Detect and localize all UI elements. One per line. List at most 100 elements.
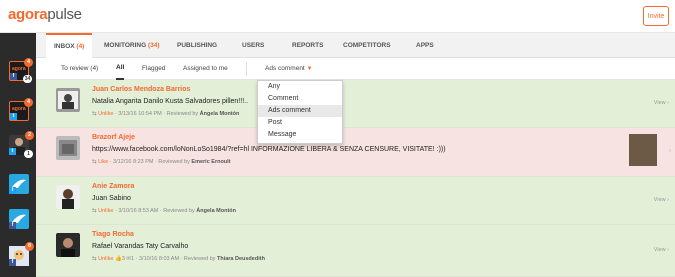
filter-divider (246, 62, 247, 76)
twitter-icon: t (9, 187, 16, 194)
message-row[interactable]: Tiago Rocha Rafael Varandas Taty Carvalh… (36, 225, 675, 277)
message-text: Natalia Angarita Danilo Kusta Salvadores… (92, 98, 249, 105)
reply-icon[interactable]: ⇆ (92, 111, 97, 117)
tab-users[interactable]: USERS (242, 33, 264, 58)
view-button[interactable]: View › (654, 100, 669, 106)
meta-text: · 3/12/16 8:23 PM · Reviewed by (109, 159, 190, 165)
view-button[interactable]: › (669, 148, 671, 154)
reviewer-name: Thiara Deusdedith (216, 256, 265, 262)
account-logo: agora (12, 66, 26, 72)
type-filter-dropdown[interactable]: Ads comment ▼ (265, 58, 313, 80)
message-meta: ⇆ Like · 3/12/16 8:23 PM · Reviewed by E… (92, 159, 231, 165)
filter-label: To review (61, 65, 89, 72)
filter-count: (4) (90, 65, 99, 72)
caret-down-icon: ▼ (306, 66, 313, 72)
tab-inbox[interactable]: INBOX (4) (46, 33, 93, 58)
tab-count: (34) (147, 42, 160, 49)
unread-badge: 2 (25, 131, 34, 140)
count-badge: 1 (24, 150, 33, 158)
reviewer-name: Emeric Ernoult (191, 159, 231, 165)
message-text: Juan Sabino (92, 195, 131, 202)
dropdown-value: Ads comment (265, 65, 305, 72)
unlike-button[interactable]: Unlike (98, 111, 113, 117)
invite-button[interactable]: Invite (643, 6, 669, 26)
view-button[interactable]: View › (654, 197, 669, 203)
unlike-button[interactable]: Unlike (98, 208, 113, 214)
unread-badge: 4 (24, 58, 33, 67)
tab-count: (4) (76, 43, 85, 50)
message-meta: ⇆ Unlike 👍3 ✉1 · 3/10/16 8:03 AM · Revie… (92, 256, 265, 262)
menu-option-any[interactable]: Any (258, 81, 342, 93)
user-avatar[interactable] (56, 233, 80, 257)
author-name[interactable]: Anie Zamora (92, 183, 134, 190)
menu-option-ads-comment[interactable]: Ads comment (258, 105, 342, 117)
meta-text: · 3/10/16 8:53 AM · Reviewed by (114, 208, 195, 214)
filter-assigned-to-me[interactable]: Assigned to me (183, 58, 228, 80)
filter-all[interactable]: All (116, 58, 125, 80)
message-row[interactable]: Brazorf Ajeje https://www.facebook.com/l… (36, 128, 675, 177)
filter-to-review[interactable]: To review (4) (61, 58, 98, 80)
menu-option-post[interactable]: Post (258, 117, 342, 129)
twitter-icon: t (10, 113, 17, 120)
user-avatar[interactable] (56, 88, 80, 112)
user-avatar[interactable] (56, 136, 80, 160)
tab-publishing[interactable]: PUBLISHING (177, 33, 217, 58)
meta-text: · 3/10/16 8:03 AM · Reviewed by (135, 256, 216, 262)
logo-part-b: pulse (47, 6, 82, 23)
tab-competitors[interactable]: COMPETITORS (343, 33, 391, 58)
unread-badge: 8 (25, 242, 34, 251)
attached-image-thumbnail[interactable] (629, 134, 657, 166)
user-avatar[interactable] (56, 185, 80, 209)
author-name[interactable]: Juan Carlos Mendoza Barrios (92, 86, 190, 93)
top-bar: agorapulse Invite (0, 0, 675, 33)
reviewer-name: Ángela Montón (199, 111, 240, 117)
menu-option-comment[interactable]: Comment (258, 93, 342, 105)
reviewer-name: Ángela Montón (196, 208, 237, 214)
logo-part-a: agora (8, 6, 48, 23)
like-button[interactable]: Like (98, 159, 108, 165)
meta-text: · 3/13/16 10:54 PM · Reviewed by (114, 111, 199, 117)
main-nav: INBOX (4) MONITORING (34) PUBLISHING USE… (36, 33, 675, 58)
reply-icon[interactable]: ⇆ (92, 159, 97, 165)
unread-badge: 4 (24, 98, 33, 107)
twitter-icon: t (9, 148, 16, 155)
menu-option-message[interactable]: Message (258, 129, 342, 141)
unlike-button[interactable]: Unlike (98, 256, 113, 262)
account-cartoon[interactable]: 8 f (9, 242, 34, 266)
count-badge: 34 (23, 75, 32, 83)
message-meta: ⇆ Unlike · 3/10/16 8:53 AM · Reviewed by… (92, 208, 236, 214)
view-label: View (653, 197, 666, 203)
author-name[interactable]: Tiago Rocha (92, 231, 134, 238)
tab-apps[interactable]: APPS (416, 33, 434, 58)
agorapulse-logo[interactable]: agorapulse (8, 6, 82, 23)
message-text: Rafael Varandas Taty Carvalho (92, 243, 189, 250)
account-logo: agora (12, 106, 26, 112)
account-pmp-facebook[interactable]: f (9, 209, 29, 229)
comment-count: 1 (131, 256, 135, 262)
message-row[interactable]: Anie Zamora Juan Sabino ⇆ Unlike · 3/10/… (36, 177, 675, 225)
tab-monitoring[interactable]: MONITORING (34) (104, 33, 160, 58)
chevron-right-icon: › (667, 247, 669, 253)
tab-reports[interactable]: REPORTS (292, 33, 323, 58)
view-label: View (653, 247, 666, 253)
like-count: 3 (121, 256, 125, 262)
chevron-right-icon: › (667, 100, 669, 106)
reply-icon[interactable]: ⇆ (92, 256, 97, 262)
author-name[interactable]: Brazorf Ajeje (92, 134, 135, 141)
thumbs-up-icon: 👍 (114, 256, 122, 262)
view-button[interactable]: View › (654, 247, 669, 253)
tab-label: INBOX (54, 43, 75, 50)
reply-icon[interactable]: ⇆ (92, 208, 97, 214)
message-text: https://www.facebook.com/loNonLoSo1984/?… (92, 146, 446, 153)
tab-label: MONITORING (104, 42, 147, 49)
account-person[interactable]: 2 1 t (9, 131, 34, 158)
message-row[interactable]: Juan Carlos Mendoza Barrios Natalia Anga… (36, 80, 675, 128)
type-filter-menu: Any Comment Ads comment Post Message (257, 80, 343, 144)
account-agorapulse-twitter[interactable]: agora 4 t (9, 98, 33, 121)
account-agorapulse-facebook[interactable]: agora 4 34 f (9, 58, 33, 83)
account-pmp-twitter[interactable]: t (9, 174, 29, 194)
filter-flagged[interactable]: Flagged (142, 58, 166, 80)
message-meta: ⇆ Unlike · 3/13/16 10:54 PM · Reviewed b… (92, 111, 239, 117)
account-sidebar: agora 4 34 f agora 4 t 2 1 t t f 8 f (0, 33, 36, 277)
chevron-right-icon: › (669, 148, 671, 154)
